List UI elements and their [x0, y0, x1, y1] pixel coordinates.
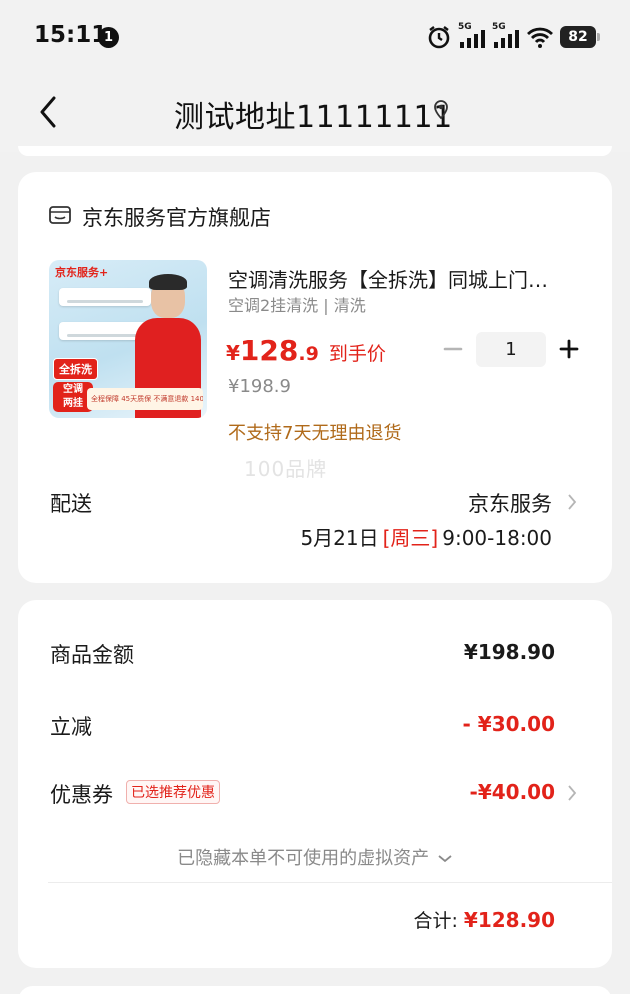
- status-time: 15:11: [34, 22, 108, 48]
- chevron-left-icon: [40, 96, 56, 128]
- ac-unit-graphic: [59, 288, 151, 306]
- delivery-weekday: [周三]: [382, 526, 439, 550]
- chevron-down-icon: [438, 855, 452, 863]
- image-brand-text: 京东服务+: [55, 266, 109, 279]
- delivery-time[interactable]: 5月21日 [周三] 9:00-18:00: [300, 522, 552, 551]
- quantity-decrement-button[interactable]: [440, 334, 466, 364]
- image-feature-strip: 全程保障 45天质保 不满意退款 140°C高温蒸汽洗 免费上门: [87, 388, 203, 410]
- chevron-right-icon[interactable]: [566, 492, 578, 516]
- status-icons: 5G 5G 82: [426, 22, 600, 52]
- delivery-label: 配送: [50, 492, 92, 516]
- coupon-value[interactable]: -¥40.00: [470, 780, 555, 804]
- price-symbol: ¥: [226, 341, 240, 365]
- watermark: 100品牌: [244, 457, 328, 481]
- quantity-input[interactable]: 1: [476, 332, 546, 367]
- notification-badge: 1: [98, 27, 119, 48]
- plus-icon: [559, 339, 579, 359]
- product-card: 京东服务官方旗舰店 京东服务+ 全拆洗 空调 两挂 全程保障 45天质保 不满意…: [18, 172, 612, 583]
- price-summary-card: 商品金额 ¥198.90 立减 - ¥30.00 优惠券 已选推荐优惠 -¥40…: [18, 600, 612, 968]
- hidden-assets-text: 已隐藏本单不可使用的虚拟资产: [177, 848, 430, 869]
- battery-indicator: 82: [560, 26, 600, 48]
- price-row: ¥ 128 .9 到手价: [226, 334, 386, 367]
- coupon-tag[interactable]: 已选推荐优惠: [126, 780, 220, 804]
- price-label: 到手价: [328, 343, 386, 365]
- signal-5g-icon-2: 5G: [492, 22, 520, 50]
- page-title[interactable]: 测试地址11111111: [174, 92, 453, 136]
- original-price: ¥198.9: [228, 376, 291, 397]
- quantity-increment-button[interactable]: [556, 334, 582, 364]
- alarm-icon: [426, 24, 452, 50]
- previous-card-edge: [18, 146, 612, 156]
- delivery-provider[interactable]: 京东服务: [468, 488, 552, 518]
- delivery-date: 5月21日: [300, 526, 379, 550]
- back-button[interactable]: [34, 92, 62, 132]
- status-bar: 15:11 1 5G 5G 82: [0, 0, 630, 76]
- delivery-time-range: 9:00-18:00: [442, 526, 552, 550]
- divider: [48, 882, 612, 883]
- minus-icon: [443, 347, 463, 351]
- store-row[interactable]: 京东服务官方旗舰店: [48, 202, 271, 232]
- technician-hair: [149, 274, 187, 290]
- price-decimal: .9: [298, 343, 319, 365]
- store-name: 京东服务官方旗舰店: [82, 206, 271, 230]
- discount-label: 立减: [50, 715, 92, 739]
- chevron-right-icon[interactable]: [566, 783, 578, 807]
- total-row: 合计: ¥128.90: [414, 906, 556, 933]
- store-icon: [48, 203, 72, 231]
- goods-amount-value: ¥198.90: [463, 640, 555, 664]
- product-spec[interactable]: 空调2挂清洗 | 清洗: [228, 292, 366, 316]
- total-value: ¥128.90: [463, 908, 555, 932]
- product-image[interactable]: 京东服务+ 全拆洗 空调 两挂 全程保障 45天质保 不满意退款 140°C高温…: [49, 260, 207, 418]
- goods-amount-label: 商品金额: [50, 643, 134, 667]
- hidden-assets-toggle[interactable]: 已隐藏本单不可使用的虚拟资产: [18, 844, 612, 870]
- price-integer: 128: [239, 334, 299, 367]
- nav-header: 测试地址11111111: [0, 76, 630, 152]
- return-policy-note: 不支持7天无理由退货: [228, 423, 402, 444]
- wifi-icon: [526, 25, 554, 49]
- image-tag-full-wash: 全拆洗: [53, 358, 98, 380]
- coupon-label[interactable]: 优惠券: [50, 779, 113, 809]
- next-card-edge: [18, 986, 612, 994]
- discount-value: - ¥30.00: [462, 712, 555, 736]
- signal-5g-icon: 5G: [458, 22, 486, 50]
- product-title[interactable]: 空调清洗服务【全拆洗】同城上门…: [228, 264, 580, 293]
- total-label: 合计:: [413, 910, 458, 932]
- location-pin-icon[interactable]: [432, 99, 450, 125]
